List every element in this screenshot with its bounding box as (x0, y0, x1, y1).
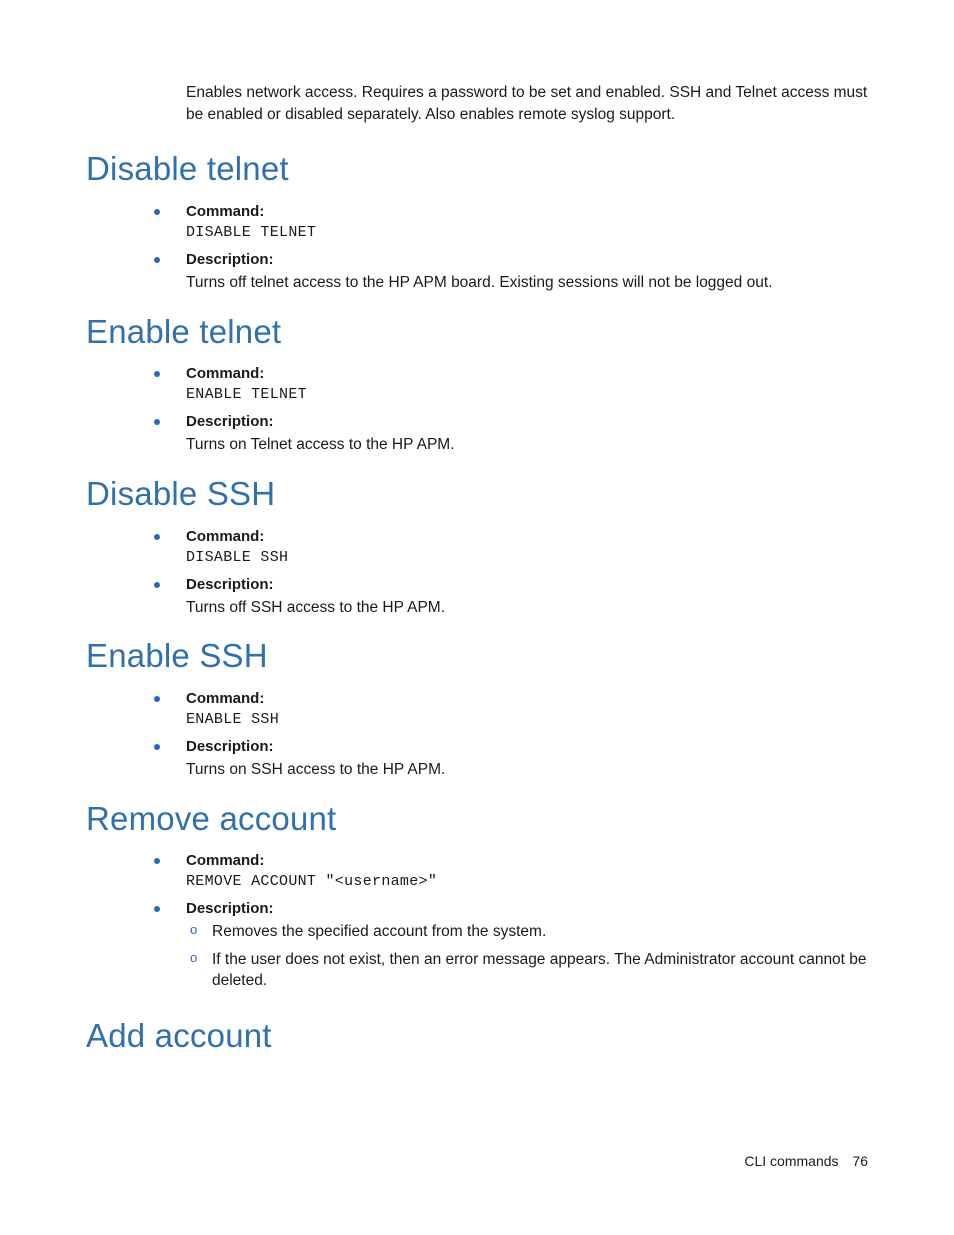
sub-bullet-icon: o (190, 921, 197, 939)
label-command: Command: (186, 365, 868, 382)
page-footer: CLI commands 76 (744, 1153, 868, 1169)
heading-remove-account: Remove account (86, 799, 868, 839)
description-text: Turns off SSH access to the HP APM. (186, 597, 868, 619)
bullet-icon (154, 582, 160, 588)
label-command: Command: (186, 203, 868, 220)
item-description: Description: o Removes the specified acc… (186, 900, 868, 992)
label-command: Command: (186, 528, 868, 545)
description-text: Turns on SSH access to the HP APM. (186, 759, 868, 781)
footer-section: CLI commands (744, 1153, 838, 1169)
label-description: Description: (186, 576, 868, 593)
item-command: Command: ENABLE SSH (186, 690, 868, 728)
sublist-item: o Removes the specified account from the… (212, 921, 868, 943)
label-description: Description: (186, 251, 868, 268)
bullet-icon (154, 257, 160, 263)
bullet-icon (154, 906, 160, 912)
item-command: Command: REMOVE ACCOUNT "<username>" (186, 852, 868, 890)
item-command: Command: ENABLE TELNET (186, 365, 868, 403)
heading-disable-telnet: Disable telnet (86, 149, 868, 189)
item-command: Command: DISABLE SSH (186, 528, 868, 566)
list-enable-telnet: Command: ENABLE TELNET Description: Turn… (186, 365, 868, 456)
heading-disable-ssh: Disable SSH (86, 474, 868, 514)
sublist-text: If the user does not exist, then an erro… (212, 951, 867, 990)
bullet-icon (154, 419, 160, 425)
item-description: Description: Turns off telnet access to … (186, 251, 868, 294)
description-text: Turns off telnet access to the HP APM bo… (186, 272, 868, 294)
item-description: Description: Turns on Telnet access to t… (186, 413, 868, 456)
heading-enable-telnet: Enable telnet (86, 312, 868, 352)
item-description: Description: Turns off SSH access to the… (186, 576, 868, 619)
label-description: Description: (186, 900, 868, 917)
bullet-icon (154, 744, 160, 750)
description-text: Turns on Telnet access to the HP APM. (186, 434, 868, 456)
code-command: REMOVE ACCOUNT "<username>" (186, 873, 868, 890)
code-command: DISABLE SSH (186, 549, 868, 566)
sublist-item: o If the user does not exist, then an er… (212, 949, 868, 992)
label-description: Description: (186, 738, 868, 755)
bullet-icon (154, 209, 160, 215)
description-sublist: o Removes the specified account from the… (212, 921, 868, 992)
heading-add-account: Add account (86, 1016, 868, 1056)
sublist-text: Removes the specified account from the s… (212, 923, 546, 940)
bullet-icon (154, 696, 160, 702)
bullet-icon (154, 371, 160, 377)
list-disable-telnet: Command: DISABLE TELNET Description: Tur… (186, 203, 868, 294)
label-description: Description: (186, 413, 868, 430)
bullet-icon (154, 858, 160, 864)
list-remove-account: Command: REMOVE ACCOUNT "<username>" Des… (186, 852, 868, 992)
list-disable-ssh: Command: DISABLE SSH Description: Turns … (186, 528, 868, 619)
item-command: Command: DISABLE TELNET (186, 203, 868, 241)
heading-enable-ssh: Enable SSH (86, 636, 868, 676)
code-command: DISABLE TELNET (186, 224, 868, 241)
list-enable-ssh: Command: ENABLE SSH Description: Turns o… (186, 690, 868, 781)
item-description: Description: Turns on SSH access to the … (186, 738, 868, 781)
bullet-icon (154, 534, 160, 540)
intro-paragraph: Enables network access. Requires a passw… (186, 82, 868, 125)
label-command: Command: (186, 852, 868, 869)
footer-page-number: 76 (852, 1153, 868, 1169)
code-command: ENABLE TELNET (186, 386, 868, 403)
label-command: Command: (186, 690, 868, 707)
sub-bullet-icon: o (190, 949, 197, 967)
code-command: ENABLE SSH (186, 711, 868, 728)
